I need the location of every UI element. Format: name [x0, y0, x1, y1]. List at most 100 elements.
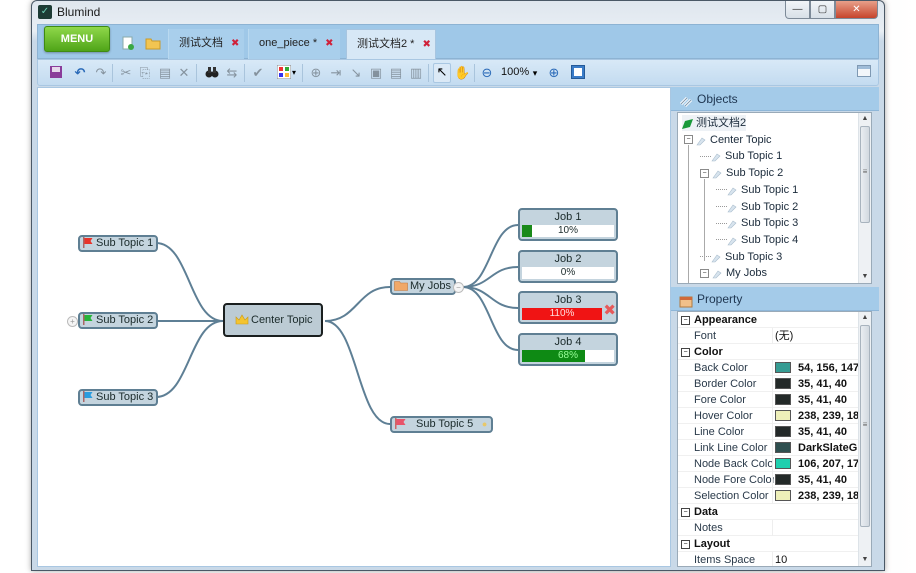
property-category[interactable]: − Data — [678, 504, 861, 520]
zoom-in-icon[interactable]: ⊕ — [546, 65, 562, 81]
add-progress-icon[interactable]: ▥ — [408, 65, 424, 81]
tree-collapse-toggle[interactable]: − — [700, 268, 709, 278]
add-topic-icon[interactable]: ⊕ — [308, 65, 324, 81]
format-painter-icon[interactable]: ✔ — [250, 65, 266, 81]
theme-dropdown-arrow-icon[interactable]: ▾ — [290, 65, 298, 81]
scroll-up-arrow[interactable]: ▲ — [859, 113, 871, 125]
topic-job-2[interactable]: Job 2 0% — [518, 250, 618, 283]
property-row[interactable]: Hover Color 238, 239, 185 — [678, 408, 865, 424]
property-row[interactable]: Node Fore Color 35, 41, 40 — [678, 472, 861, 488]
tree-node[interactable]: − Sub Topic 2 — [700, 165, 783, 181]
replace-icon[interactable]: ⇆ — [224, 65, 240, 81]
color-swatch[interactable] — [775, 394, 791, 405]
tab-document-2[interactable]: 测试文档2 * ✖ — [346, 29, 436, 59]
property-value[interactable]: 238, 239, 185 — [798, 408, 865, 424]
expand-toggle[interactable]: + — [67, 316, 78, 327]
color-swatch[interactable] — [775, 474, 791, 485]
color-swatch[interactable] — [775, 362, 791, 373]
zoom-level[interactable]: 100% — [501, 66, 529, 78]
color-swatch[interactable] — [775, 378, 791, 389]
category-collapse-toggle[interactable]: − — [681, 316, 690, 325]
property-row[interactable]: Notes — [678, 520, 861, 536]
tree-node[interactable]: Sub Topic 3 — [700, 249, 782, 265]
scroll-down-arrow[interactable]: ▼ — [859, 554, 871, 566]
delete-icon[interactable]: ✕ — [176, 65, 192, 81]
property-grid[interactable]: − Appearance Font (无) − Color Back Color 54, 15… — [677, 311, 872, 567]
objects-tree-scrollbar[interactable]: ▲ ≡ ▼ — [858, 113, 871, 283]
add-link-icon[interactable]: ↘ — [348, 65, 364, 81]
property-row[interactable]: Border Color 35, 41, 40 — [678, 376, 861, 392]
open-folder-icon[interactable] — [145, 36, 161, 50]
add-sibling-icon[interactable]: ⇥ — [328, 65, 344, 81]
tab-one-piece[interactable]: one_piece * ✖ — [248, 29, 340, 59]
property-row[interactable]: Selection Color 238, 239, 185 — [678, 488, 865, 504]
tree-root-node[interactable]: 测试文档2 — [682, 115, 747, 131]
property-category[interactable]: − Appearance — [678, 312, 861, 328]
scroll-up-arrow[interactable]: ▲ — [859, 312, 871, 324]
property-value[interactable]: 35, 41, 40 — [798, 392, 847, 408]
tab-document-1[interactable]: 测试文档 ✖ — [168, 29, 244, 59]
tree-node[interactable]: − Center Topic — [684, 132, 772, 148]
note-icon[interactable]: ● — [482, 418, 487, 431]
select-tool-icon[interactable]: ↖ — [433, 63, 451, 83]
zoom-out-icon[interactable]: ⊖ — [479, 65, 495, 81]
topic-job-4[interactable]: Job 4 68% — [518, 333, 618, 366]
copy-icon[interactable]: ⎘ — [137, 65, 153, 81]
scroll-down-arrow[interactable]: ▼ — [859, 271, 871, 283]
property-category[interactable]: − Layout — [678, 536, 861, 552]
property-value[interactable]: 106, 207, 174 — [798, 456, 865, 472]
color-swatch[interactable] — [775, 442, 791, 453]
topic-sub-topic-2[interactable]: Sub Topic 2 — [78, 312, 159, 329]
undo-icon[interactable]: ↶ — [72, 65, 88, 81]
tree-node[interactable]: Sub Topic 2 — [716, 199, 798, 215]
property-row[interactable]: Link Line Color DarkSlateGray — [678, 440, 871, 456]
property-category[interactable]: − Color — [678, 344, 861, 360]
property-value[interactable]: 238, 239, 185 — [798, 488, 865, 504]
property-value[interactable]: 54, 156, 147 — [798, 360, 859, 376]
tab-close-icon[interactable]: ✖ — [325, 38, 333, 49]
property-value[interactable]: (无) — [775, 328, 793, 344]
zoom-dropdown-arrow-icon[interactable]: ▾ — [531, 65, 539, 81]
redo-icon[interactable]: ↷ — [93, 65, 109, 81]
topic-my-jobs[interactable]: My Jobs — [390, 278, 456, 295]
property-value[interactable]: 35, 41, 40 — [798, 424, 847, 440]
maximize-button[interactable]: ▢ — [810, 1, 835, 19]
property-row[interactable]: Back Color 54, 156, 147 — [678, 360, 861, 376]
cut-icon[interactable]: ✂ — [118, 65, 134, 81]
property-grid-scrollbar[interactable]: ▲ ≡ ▼ — [858, 312, 871, 566]
property-value[interactable]: 35, 41, 40 — [798, 472, 847, 488]
tree-node[interactable]: Sub Topic 3 — [716, 215, 798, 231]
property-row[interactable]: Items Space 10 — [678, 552, 861, 566]
color-swatch[interactable] — [775, 490, 791, 501]
minimize-button[interactable]: — — [785, 1, 810, 19]
tree-node[interactable]: Sub Topic 1 — [700, 148, 782, 164]
mindmap-canvas[interactable]: Sub Topic 1 + Sub Topic 2 Sub Topic 3 Ce… — [37, 87, 671, 567]
topic-sub-topic-1[interactable]: Sub Topic 1 — [78, 235, 159, 252]
topic-sub-topic-5[interactable]: Sub Topic 5 ● — [390, 416, 494, 433]
title-bar[interactable]: ✓ Blumind — ▢ ✕ — [32, 1, 884, 25]
topic-job-3[interactable]: Job 3 110% ✖ — [518, 291, 618, 324]
collapse-toggle[interactable]: − — [453, 282, 464, 293]
hand-tool-icon[interactable]: ✋ — [454, 65, 470, 81]
color-swatch[interactable] — [775, 410, 791, 421]
tree-collapse-toggle[interactable]: − — [700, 168, 709, 178]
toggle-panel-icon[interactable] — [856, 65, 872, 81]
save-icon[interactable] — [48, 65, 64, 81]
tree-collapse-toggle[interactable]: − — [684, 135, 693, 145]
menu-button[interactable]: MENU — [44, 26, 110, 52]
close-button[interactable]: ✕ — [835, 1, 878, 19]
category-collapse-toggle[interactable]: − — [681, 540, 690, 549]
property-value[interactable]: 35, 41, 40 — [798, 376, 847, 392]
property-row[interactable]: Line Color 35, 41, 40 — [678, 424, 861, 440]
color-swatch[interactable] — [775, 426, 791, 437]
new-document-icon[interactable] — [121, 36, 135, 50]
category-collapse-toggle[interactable]: − — [681, 348, 690, 357]
topic-center[interactable]: Center Topic — [223, 303, 323, 337]
find-icon[interactable] — [204, 65, 220, 81]
property-row[interactable]: Node Back Color 106, 207, 174 — [678, 456, 865, 472]
property-row[interactable]: Font (无) — [678, 328, 861, 344]
tab-close-icon[interactable]: ✖ — [231, 38, 239, 49]
fit-to-window-icon[interactable] — [570, 65, 586, 81]
tree-node[interactable]: Sub Topic 4 — [716, 232, 798, 248]
category-collapse-toggle[interactable]: − — [681, 508, 690, 517]
